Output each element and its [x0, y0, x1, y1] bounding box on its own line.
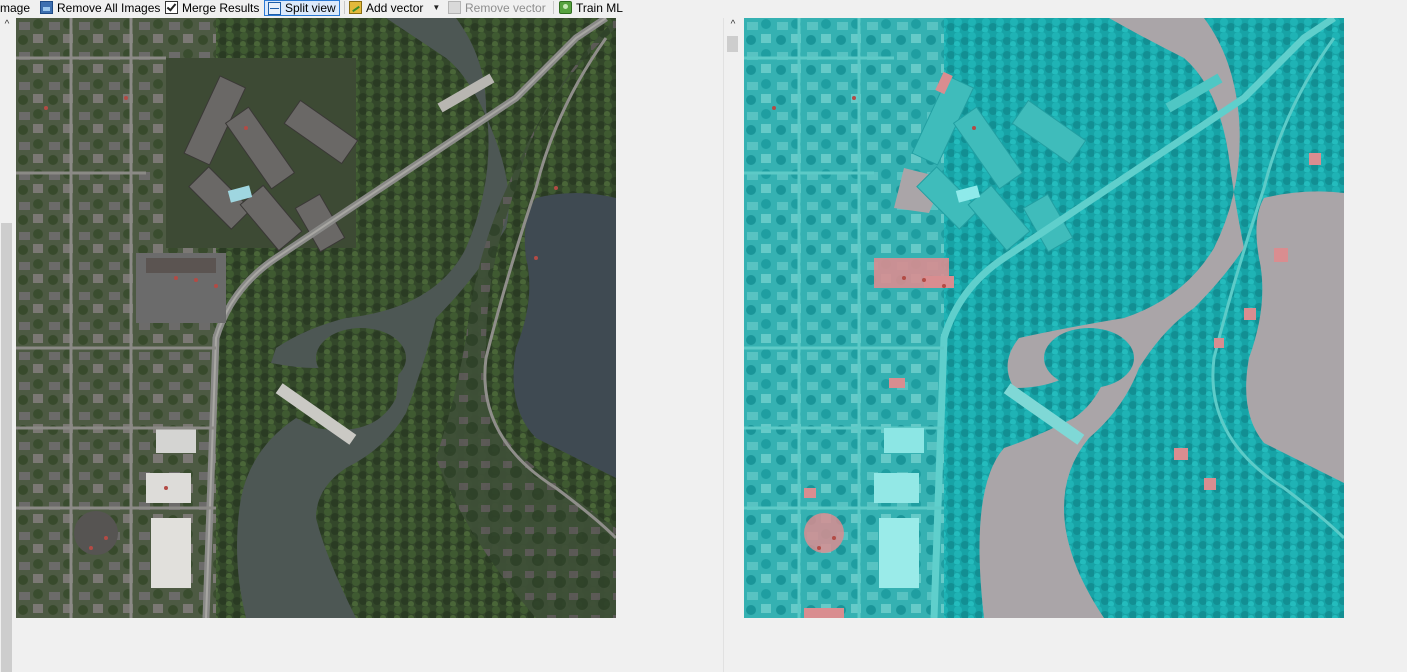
- scroll-up-icon[interactable]: ^: [726, 18, 740, 32]
- right-image-pane: ^: [723, 18, 1407, 672]
- train-ml-icon: [559, 1, 572, 14]
- toolbar-separator: [344, 1, 345, 14]
- image-stack-icon: [40, 1, 53, 14]
- remove-vector-icon: [448, 1, 461, 14]
- segmentation-canvas: [744, 18, 1344, 618]
- scroll-thumb[interactable]: [727, 36, 738, 52]
- checkbox-checked-icon: [165, 1, 178, 14]
- add-vector-label: Add vector: [366, 0, 424, 15]
- right-vertical-scrollbar[interactable]: ^: [726, 18, 740, 672]
- segmentation-image[interactable]: [744, 18, 1344, 618]
- split-view-icon: [268, 1, 281, 15]
- aerial-image-canvas: [16, 18, 616, 618]
- add-vector-button[interactable]: Add vector ▼: [349, 0, 440, 15]
- add-vector-icon: [349, 1, 362, 14]
- train-ml-label: Train ML: [576, 0, 623, 15]
- remove-all-images-button[interactable]: Remove All Images: [40, 0, 160, 15]
- chevron-down-icon[interactable]: ▼: [432, 3, 440, 12]
- left-vertical-scrollbar[interactable]: ^: [0, 18, 14, 672]
- split-view-button[interactable]: Split view: [264, 0, 340, 16]
- scroll-up-icon[interactable]: ^: [0, 18, 14, 32]
- aerial-image[interactable]: [16, 18, 616, 618]
- left-image-pane: ^: [0, 18, 723, 672]
- scroll-thumb[interactable]: [1, 223, 12, 672]
- train-ml-button[interactable]: Train ML: [559, 0, 623, 15]
- remove-vector-label: Remove vector: [465, 0, 546, 15]
- toolbar: mage Remove All Images Merge Results Spl…: [0, 0, 1407, 16]
- split-view-label: Split view: [285, 1, 336, 15]
- merge-results-label: Merge Results: [182, 0, 260, 15]
- remove-vector-button[interactable]: Remove vector: [448, 0, 546, 15]
- add-image-label: mage: [0, 0, 31, 15]
- toolbar-separator: [553, 1, 554, 14]
- remove-all-images-label: Remove All Images: [57, 0, 161, 15]
- add-image-button[interactable]: mage: [0, 0, 30, 15]
- merge-results-toggle[interactable]: Merge Results: [165, 0, 259, 15]
